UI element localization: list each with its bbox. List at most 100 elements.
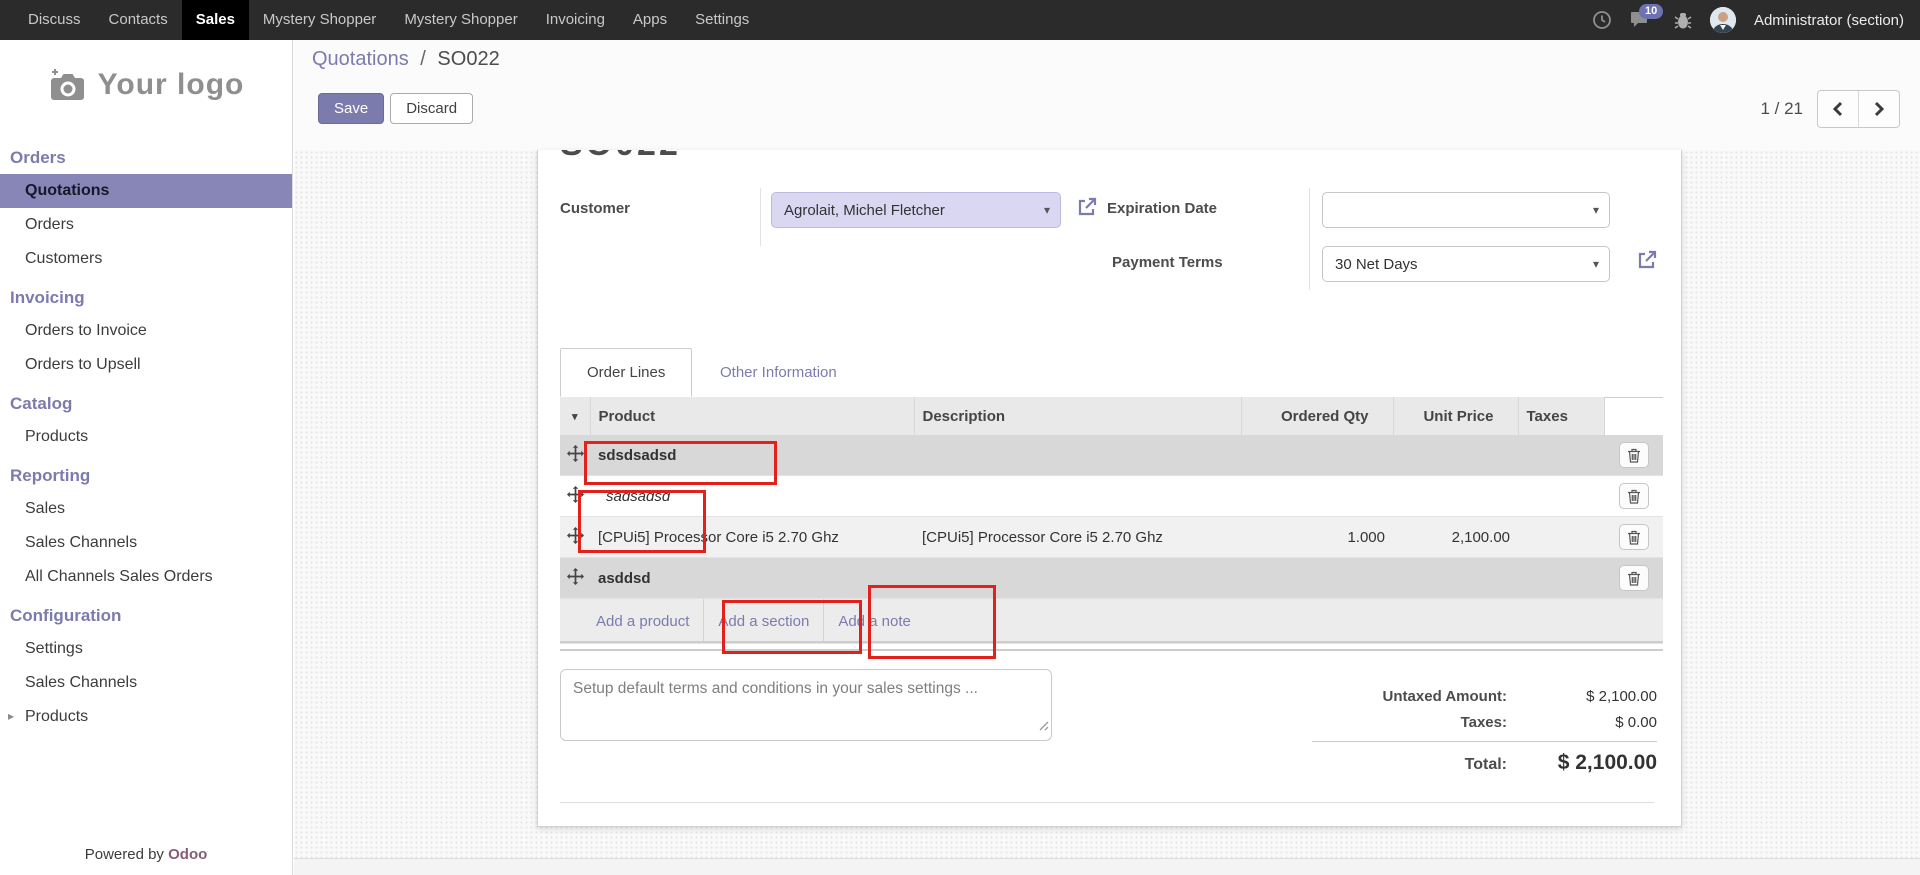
tab-other-information[interactable]: Other Information xyxy=(710,348,847,397)
sidebar-item-sales-channels[interactable]: Sales Channels xyxy=(0,666,292,700)
payment-terms-field[interactable]: 30 Net Days ▾ xyxy=(1322,246,1610,282)
add-a-product-link[interactable]: Add a product xyxy=(560,599,704,643)
order-line-row-note[interactable]: sadsadsd xyxy=(560,476,1663,517)
price-cell[interactable]: 2,100.00 xyxy=(1393,517,1518,558)
drag-handle[interactable] xyxy=(560,517,590,558)
qty-cell[interactable]: 1.000 xyxy=(1241,517,1393,558)
expand-arrow-icon[interactable]: ▸ xyxy=(8,709,14,723)
pager-next-button[interactable] xyxy=(1858,91,1899,127)
order-line-row-section[interactable]: sdsdsadsd xyxy=(560,435,1663,476)
order-line-row-section[interactable]: asddsd xyxy=(560,558,1663,599)
delete-line-button[interactable] xyxy=(1619,442,1649,468)
nav-item-contacts[interactable]: Contacts xyxy=(95,0,182,40)
delete-line-button[interactable] xyxy=(1619,483,1649,509)
desc-cell[interactable]: [CPUi5] Processor Core i5 2.70 Ghz xyxy=(914,517,1241,558)
customer-field[interactable]: Agrolait, Michel Fletcher ▾ xyxy=(771,192,1061,228)
label-separator xyxy=(760,188,761,246)
user-avatar[interactable] xyxy=(1710,7,1736,33)
note-text-cell[interactable]: sadsadsd xyxy=(590,476,1604,517)
expiration-date-field[interactable]: ▾ xyxy=(1322,192,1610,228)
section-text-cell[interactable]: asddsd xyxy=(590,558,1604,599)
taxes-cell[interactable] xyxy=(1518,517,1604,558)
sidebar-item-sales-channels[interactable]: Sales Channels xyxy=(0,526,292,560)
sidebar-item-settings[interactable]: Settings xyxy=(0,632,292,666)
top-navbar: DiscussContactsSalesMystery ShopperMyste… xyxy=(0,0,1920,40)
drag-handle[interactable] xyxy=(560,435,590,476)
nav-item-settings[interactable]: Settings xyxy=(681,0,763,40)
column-header-taxes[interactable]: Taxes xyxy=(1518,397,1604,435)
column-header-description[interactable]: Description xyxy=(914,397,1241,435)
column-header-delete xyxy=(1604,397,1663,435)
column-header-unit-price[interactable]: Unit Price xyxy=(1393,397,1518,435)
drag-handle[interactable] xyxy=(560,558,590,599)
company-logo[interactable]: Your logo xyxy=(0,68,292,102)
product-cell[interactable]: [CPUi5] Processor Core i5 2.70 Ghz xyxy=(590,517,914,558)
sidebar-item-products[interactable]: Products xyxy=(0,420,292,454)
messages-icon[interactable]: 10 xyxy=(1630,9,1656,31)
untaxed-amount-label: Untaxed Amount: xyxy=(1312,688,1507,705)
column-header-product[interactable]: Product xyxy=(590,397,914,435)
order-lines-table: ▾ProductDescriptionOrdered QtyUnit Price… xyxy=(560,397,1663,644)
nav-item-apps[interactable]: Apps xyxy=(619,0,681,40)
nav-item-sales[interactable]: Sales xyxy=(182,0,249,40)
pager-previous-button[interactable] xyxy=(1818,91,1858,127)
trash-icon xyxy=(1627,489,1641,504)
activities-clock-icon[interactable] xyxy=(1592,10,1612,30)
odoo-brand-link[interactable]: Odoo xyxy=(168,846,207,863)
sheet-bottom-divider xyxy=(560,802,1654,803)
notebook-tabs: Order Lines Other Information xyxy=(560,348,1663,398)
add-a-note-link[interactable]: Add a note xyxy=(824,599,925,643)
drag-handle-icon xyxy=(567,527,584,544)
sidebar-item-orders[interactable]: Orders xyxy=(0,208,292,242)
add-a-section-link[interactable]: Add a section xyxy=(704,599,824,643)
discard-button[interactable]: Discard xyxy=(390,93,473,124)
nav-item-discuss[interactable]: Discuss xyxy=(14,0,95,40)
section-text-cell[interactable]: sdsdsadsd xyxy=(590,435,1604,476)
sidebar-section-reporting: Reporting xyxy=(0,454,292,492)
table-scrollbar-track[interactable] xyxy=(560,641,1663,643)
sidebar-item-orders-to-upsell[interactable]: Orders to Upsell xyxy=(0,348,292,382)
resize-handle-icon[interactable] xyxy=(1038,716,1049,738)
user-menu[interactable]: Administrator (section) xyxy=(1754,12,1904,29)
sidebar-item-orders-to-invoice[interactable]: Orders to Invoice xyxy=(0,314,292,348)
delete-line-button[interactable] xyxy=(1619,565,1649,591)
trash-icon xyxy=(1627,530,1641,545)
sidebar: Your logo OrdersQuotationsOrdersCustomer… xyxy=(0,40,293,875)
sidebar-item-products[interactable]: ▸Products xyxy=(0,700,292,734)
sidebar-item-all-channels-sales-orders[interactable]: All Channels Sales Orders xyxy=(0,560,292,594)
message-count-badge: 10 xyxy=(1639,4,1663,19)
systray: 10 Administrator (section) xyxy=(1592,0,1920,40)
payment-terms-external-link-icon[interactable] xyxy=(1636,249,1658,271)
delete-cell xyxy=(1604,435,1663,476)
column-header-ordered-qty[interactable]: Ordered Qty xyxy=(1241,397,1393,435)
table-bottom-border xyxy=(560,649,1663,651)
sidebar-section-configuration: Configuration xyxy=(0,594,292,632)
app-menu: DiscussContactsSalesMystery ShopperMyste… xyxy=(14,0,763,40)
dropdown-caret-icon[interactable]: ▾ xyxy=(1593,203,1599,217)
sidebar-section-catalog: Catalog xyxy=(0,382,292,420)
drag-handle[interactable] xyxy=(560,476,590,517)
order-line-row-product[interactable]: [CPUi5] Processor Core i5 2.70 Ghz[CPUi5… xyxy=(560,517,1663,558)
taxes-label: Taxes: xyxy=(1312,714,1507,731)
list-toggle-caret-icon[interactable]: ▾ xyxy=(560,397,590,435)
breadcrumb-quotations-link[interactable]: Quotations xyxy=(312,48,409,70)
nav-item-mystery-shopper[interactable]: Mystery Shopper xyxy=(390,0,531,40)
customer-external-link-icon[interactable] xyxy=(1076,196,1098,218)
pager-counter: 1 / 21 xyxy=(1760,99,1803,119)
sidebar-item-quotations[interactable]: Quotations xyxy=(0,174,292,208)
tab-order-lines[interactable]: Order Lines xyxy=(560,348,692,397)
dropdown-caret-icon[interactable]: ▾ xyxy=(1044,203,1050,217)
breadcrumb-separator: / xyxy=(414,48,432,70)
sidebar-item-customers[interactable]: Customers xyxy=(0,242,292,276)
delete-line-button[interactable] xyxy=(1619,524,1649,550)
debug-bug-icon[interactable] xyxy=(1674,10,1692,30)
customer-value: Agrolait, Michel Fletcher xyxy=(784,202,945,219)
terms-and-conditions-textarea[interactable]: Setup default terms and conditions in yo… xyxy=(560,669,1052,741)
chevron-right-icon xyxy=(1872,101,1886,117)
sidebar-item-sales[interactable]: Sales xyxy=(0,492,292,526)
nav-item-mystery-shopper[interactable]: Mystery Shopper xyxy=(249,0,390,40)
nav-item-invoicing[interactable]: Invoicing xyxy=(532,0,619,40)
main-area: Quotations / SO022 Save Discard 1 / 21 S… xyxy=(294,40,1920,875)
dropdown-caret-icon[interactable]: ▾ xyxy=(1593,257,1599,271)
save-button[interactable]: Save xyxy=(318,93,384,124)
